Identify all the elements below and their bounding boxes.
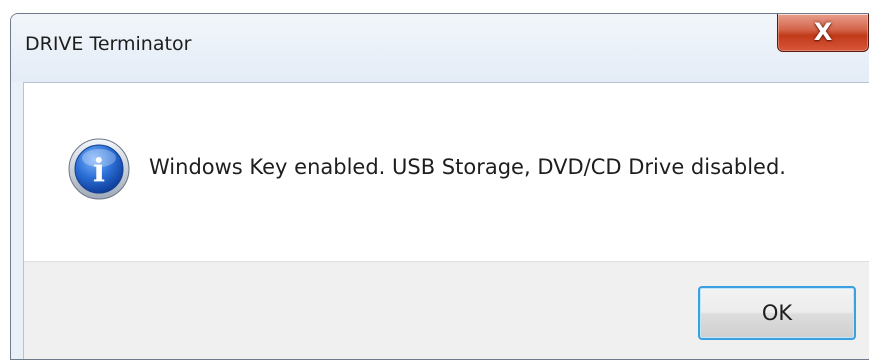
info-icon: i [68, 138, 130, 200]
message-text: Windows Key enabled. USB Storage, DVD/CD… [149, 155, 786, 179]
window-title: DRIVE Terminator [25, 33, 192, 55]
button-bar: OK [24, 261, 869, 359]
close-icon: X [813, 18, 833, 46]
message-area: i Windows Key enabled. USB Storage, DVD/… [24, 83, 869, 261]
message-dialog: DRIVE Terminator X i Windows Key enabled… [10, 13, 869, 360]
screen: DRIVE Terminator X i Windows Key enabled… [0, 0, 869, 360]
title-bar[interactable]: DRIVE Terminator [11, 14, 869, 82]
ok-button[interactable]: OK [698, 286, 856, 340]
close-button[interactable]: X [777, 14, 869, 52]
dialog-body: i Windows Key enabled. USB Storage, DVD/… [23, 82, 869, 359]
ok-button-label: OK [761, 301, 793, 325]
info-glyph: i [93, 151, 105, 189]
